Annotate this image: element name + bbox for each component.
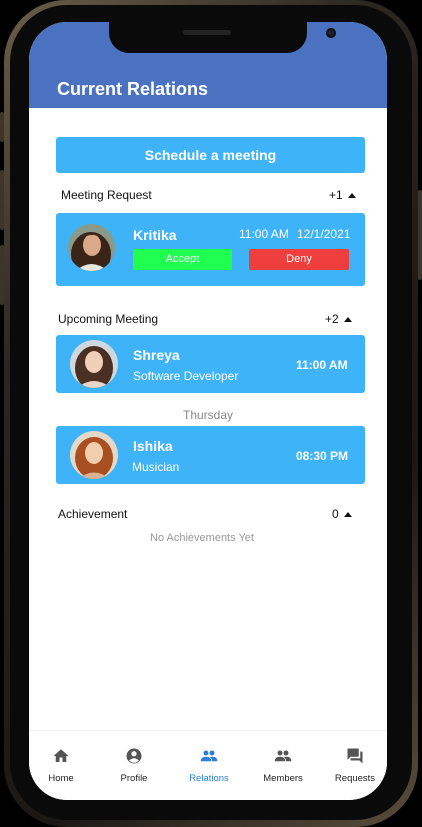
avatar [68, 224, 115, 271]
meeting-request-toggle[interactable]: +1 [329, 188, 356, 202]
nav-label: Members [263, 773, 303, 784]
mute-switch [0, 112, 4, 142]
speaker-grille [183, 30, 231, 35]
upcoming-meeting-toggle[interactable]: +2 [325, 312, 352, 326]
meeting-time: 11:00 AM [296, 358, 348, 372]
app-header: Current Relations [29, 22, 387, 108]
day-separator: Thursday [182, 408, 234, 422]
upcoming-meeting-count: +2 [325, 312, 339, 326]
nav-label: Requests [334, 773, 376, 784]
chat-icon [347, 748, 363, 764]
meeting-request-count: +1 [329, 188, 343, 202]
caret-up-icon [347, 193, 356, 198]
requester-name: Kritika [133, 227, 177, 243]
page-title: Current Relations [57, 79, 209, 99]
nav-item-profile[interactable]: Profile [99, 731, 169, 800]
request-time: 11:00 AM [239, 227, 289, 241]
home-icon [53, 749, 69, 762]
schedule-meeting-button[interactable]: Schedule a meeting [56, 137, 365, 173]
front-camera [326, 28, 336, 38]
attendee-name: Ishika [133, 438, 173, 454]
accept-button[interactable]: Accept [133, 249, 232, 270]
achievement-toggle[interactable]: 0 [332, 507, 352, 521]
volume-up-button [0, 170, 4, 230]
meeting-card[interactable]: Ishika Musician 08:30 PM [56, 426, 365, 484]
meeting-request-card[interactable]: Kritika 11:00 AM 12/1/2021 Accept Deny [56, 213, 365, 286]
bottom-navigation: Home Profile Relations Members Requests [29, 730, 387, 800]
caret-up-icon [343, 317, 352, 322]
people-icon [274, 750, 292, 762]
avatar [70, 340, 118, 388]
empty-achievements-text: No Achievements Yet [150, 532, 254, 544]
people-icon [200, 750, 218, 762]
attendee-role: Software Developer [133, 369, 239, 383]
phone-notch [109, 22, 336, 53]
achievement-count: 0 [332, 507, 339, 521]
caret-up-icon [343, 512, 352, 517]
volume-down-button [0, 245, 4, 305]
attendee-name: Shreya [133, 347, 180, 363]
nav-label: Relations [189, 773, 229, 784]
nav-item-requests[interactable]: Requests [320, 731, 387, 800]
nav-item-relations[interactable]: Relations [174, 731, 244, 800]
nav-label: Home [48, 773, 74, 784]
achievement-title: Achievement [58, 507, 128, 521]
nav-item-home[interactable]: Home [29, 731, 96, 800]
app-screen: Current Relations Schedule a meeting Mee… [29, 22, 387, 800]
deny-button[interactable]: Deny [249, 249, 349, 270]
nav-item-members[interactable]: Members [248, 731, 318, 800]
request-date: 12/1/2021 [297, 227, 351, 241]
avatar [70, 431, 118, 479]
upcoming-meeting-title: Upcoming Meeting [58, 312, 159, 326]
meeting-card[interactable]: Shreya Software Developer 11:00 AM [56, 335, 365, 393]
power-button [418, 190, 422, 280]
account-circle-icon [126, 748, 142, 764]
meeting-request-title: Meeting Request [61, 188, 152, 202]
nav-label: Profile [120, 773, 148, 784]
attendee-role: Musician [132, 460, 180, 474]
meeting-time: 08:30 PM [296, 449, 349, 463]
